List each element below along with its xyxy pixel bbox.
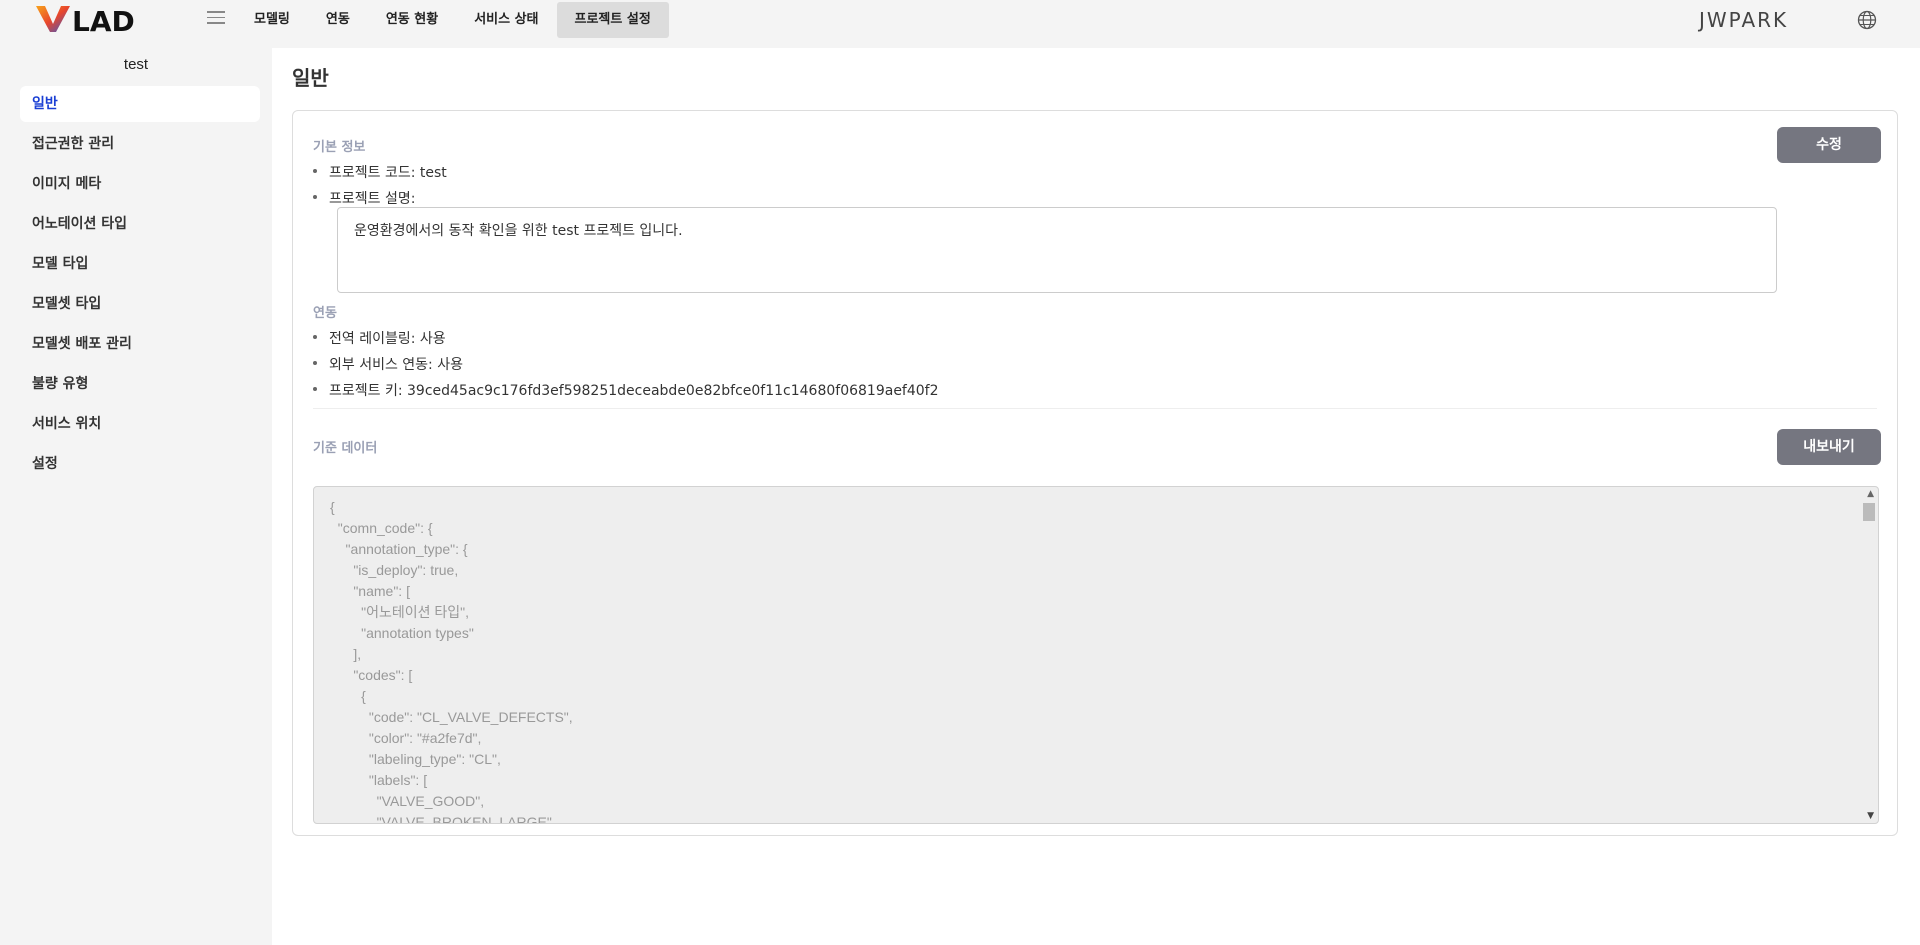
user-name[interactable]: JWPARK <box>1699 8 1788 32</box>
sidebar-item-modelset-type[interactable]: 모델셋 타입 <box>20 286 260 322</box>
sidebar-item-modelset-deploy[interactable]: 모델셋 배포 관리 <box>20 326 260 362</box>
scroll-thumb[interactable] <box>1863 503 1875 521</box>
bullet-icon <box>313 387 317 391</box>
sidebar: test 일반 접근권한 관리 이미지 메타 어노테이션 타입 모델 타입 모델… <box>0 48 272 945</box>
sidebar-item-image-meta[interactable]: 이미지 메타 <box>20 166 260 202</box>
project-key: 프로젝트 키: 39ced45ac9c176fd3ef598251deceabd… <box>313 380 939 400</box>
bullet-icon <box>313 361 317 365</box>
section-divider <box>313 408 1877 409</box>
scroll-down-icon[interactable]: ▼ <box>1867 811 1874 821</box>
bullet-icon <box>313 335 317 339</box>
sidebar-item-service-location[interactable]: 서비스 위치 <box>20 406 260 442</box>
sidebar-item-defect-type[interactable]: 불량 유형 <box>20 366 260 402</box>
edit-button[interactable]: 수정 <box>1777 127 1881 163</box>
sidebar-item-settings[interactable]: 설정 <box>20 446 260 482</box>
global-labeling: 전역 레이블링: 사용 <box>313 328 446 348</box>
basic-info-label: 기본 정보 <box>313 140 366 155</box>
project-description-box: 운영환경에서의 동작 확인을 위한 test 프로젝트 입니다. <box>337 207 1777 293</box>
nav-project-settings[interactable]: 프로젝트 설정 <box>556 2 669 38</box>
sidebar-item-access[interactable]: 접근권한 관리 <box>20 126 260 162</box>
project-code: 프로젝트 코드: test <box>313 162 447 182</box>
nav-integration[interactable]: 연동 <box>308 2 368 38</box>
reference-json-text: { "comn_code": { "annotation_type": { "i… <box>330 499 573 824</box>
top-nav: 모델링 연동 연동 현황 서비스 상태 프로젝트 설정 <box>236 2 669 38</box>
sidebar-item-annotation-type[interactable]: 어노테이션 타입 <box>20 206 260 242</box>
project-desc-label: 프로젝트 설명: <box>313 188 415 208</box>
integration-label: 연동 <box>313 306 337 321</box>
sidebar-item-model-type[interactable]: 모델 타입 <box>20 246 260 282</box>
bullet-icon <box>313 169 317 173</box>
bullet-icon <box>313 195 317 199</box>
scroll-up-icon[interactable]: ▲ <box>1867 489 1874 499</box>
top-header: LAD 모델링 연동 연동 현황 서비스 상태 프로젝트 설정 JWPARK <box>0 0 1920 40</box>
globe-icon[interactable] <box>1857 10 1877 30</box>
export-button[interactable]: 내보내기 <box>1777 429 1881 465</box>
sidebar-item-general[interactable]: 일반 <box>20 86 260 122</box>
reference-json-viewer[interactable]: { "comn_code": { "annotation_type": { "i… <box>313 486 1879 824</box>
nav-modeling[interactable]: 모델링 <box>236 2 308 38</box>
reference-data-label: 기준 데이터 <box>313 441 378 456</box>
nav-service-status[interactable]: 서비스 상태 <box>456 2 556 38</box>
external-service: 외부 서비스 연동: 사용 <box>313 354 463 374</box>
sidebar-project-name: test <box>123 56 149 73</box>
main-content: 일반 기본 정보 수정 프로젝트 코드: test 프로젝트 설명: 운영환경에… <box>272 48 1920 945</box>
page-title: 일반 <box>292 66 329 90</box>
vlad-logo[interactable]: LAD <box>36 4 162 34</box>
json-scrollbar[interactable]: ▲ ▼ <box>1860 487 1878 823</box>
nav-integration-status[interactable]: 연동 현황 <box>368 2 456 38</box>
menu-icon[interactable] <box>207 11 225 27</box>
svg-text:LAD: LAD <box>72 5 135 34</box>
general-card: 기본 정보 수정 프로젝트 코드: test 프로젝트 설명: 운영환경에서의 … <box>292 110 1898 836</box>
